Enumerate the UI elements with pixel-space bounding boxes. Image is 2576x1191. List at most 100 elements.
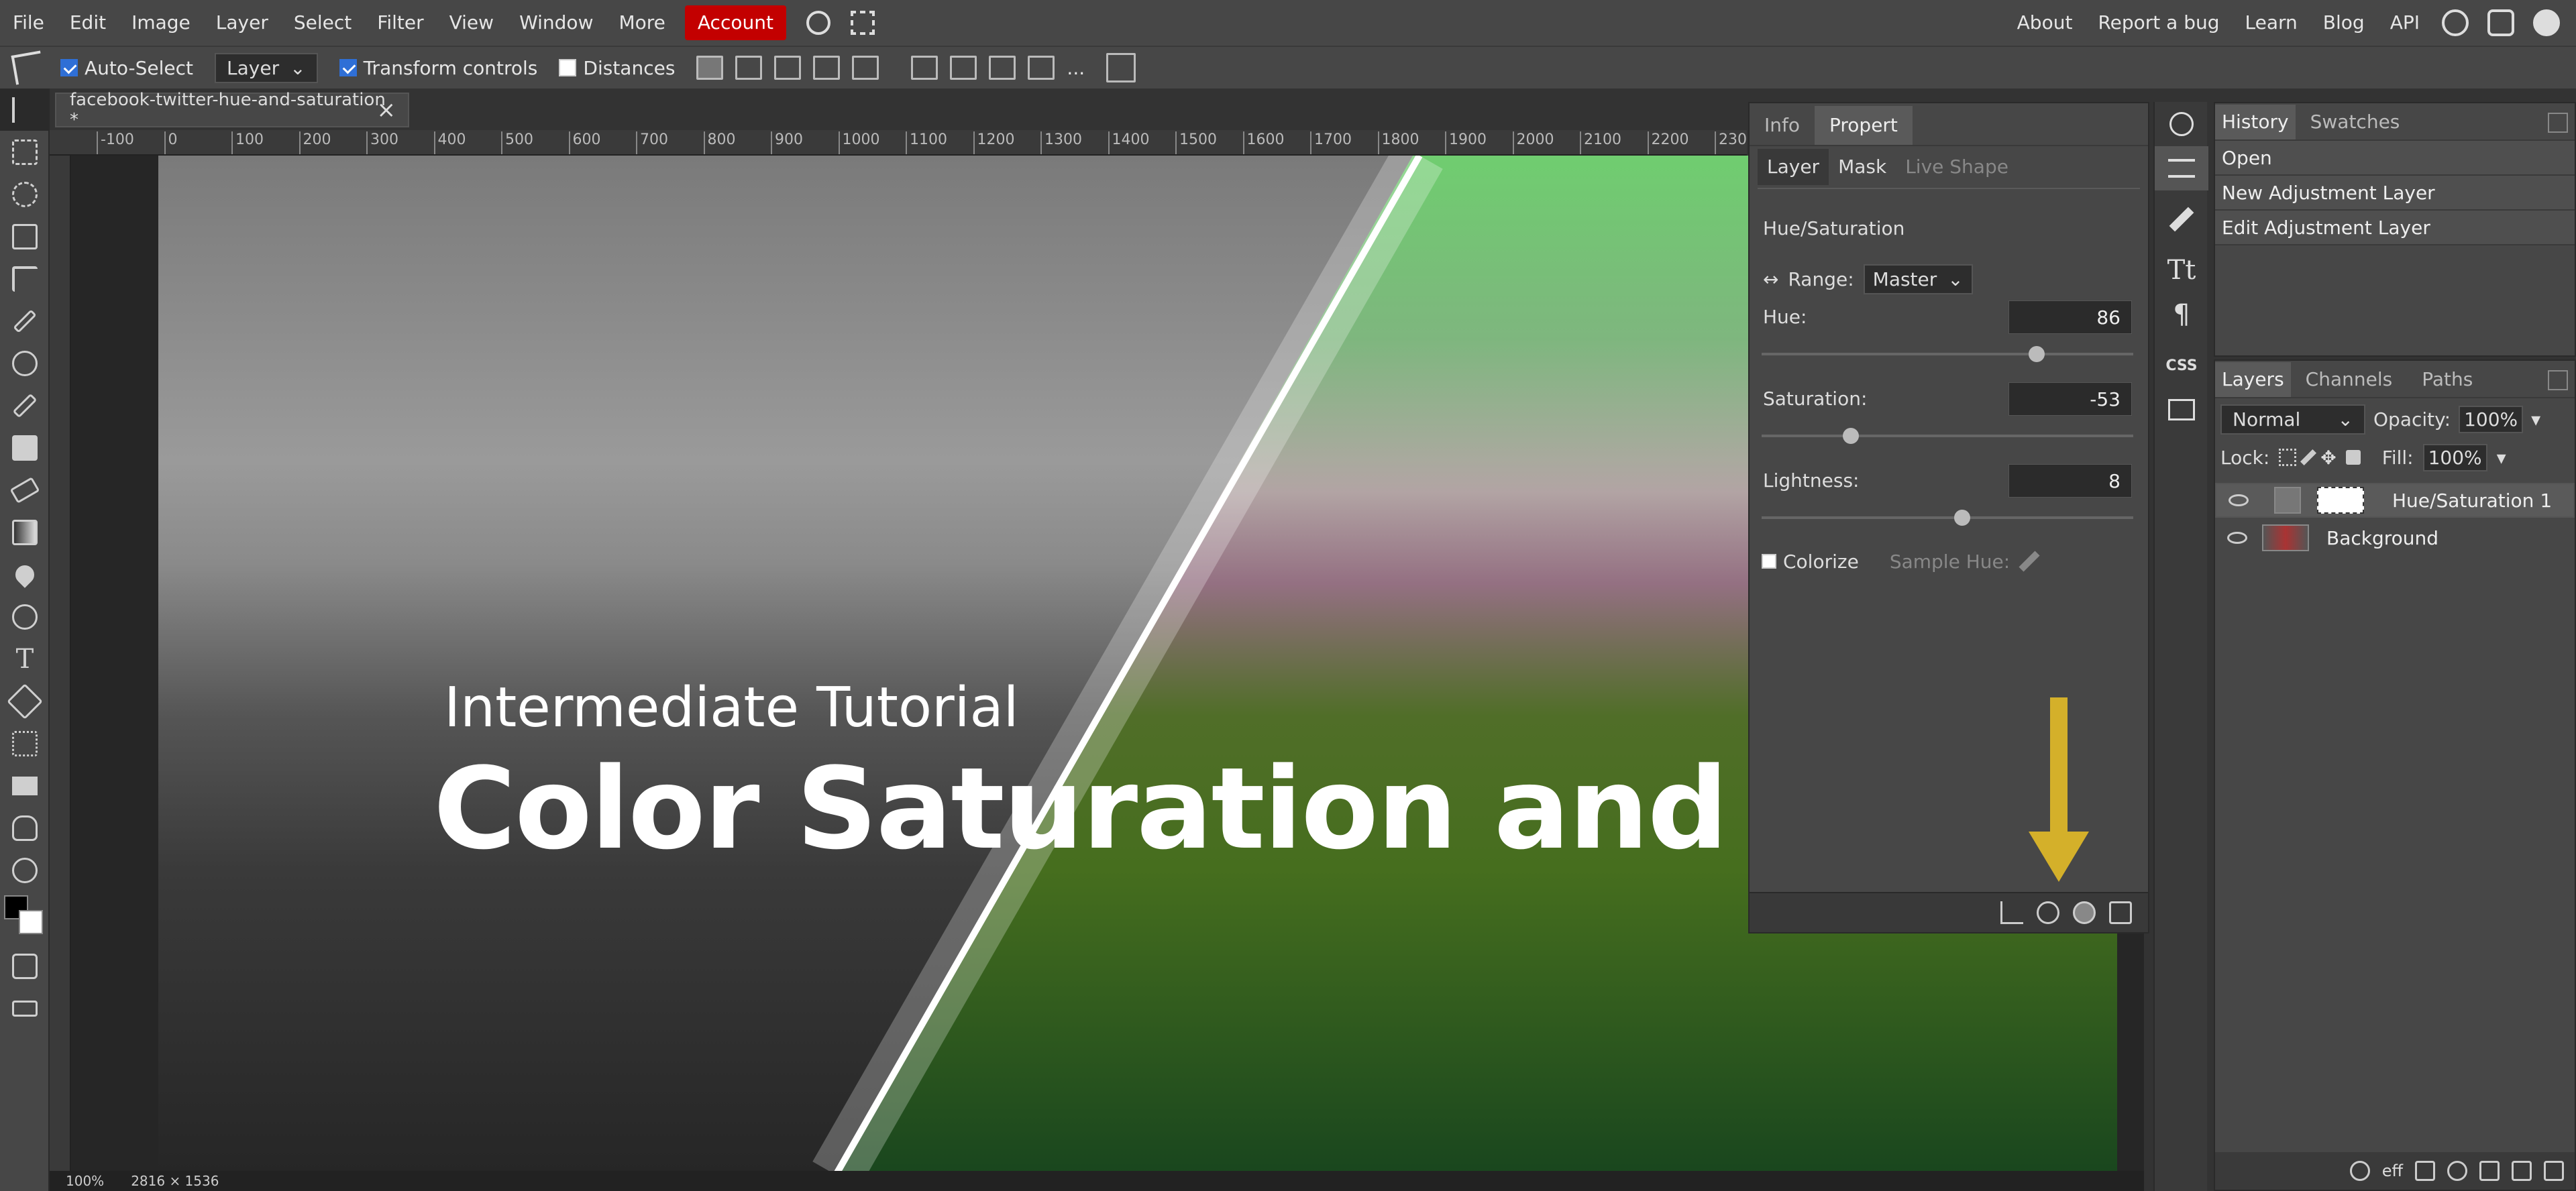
document-tab[interactable]: facebook-twitter-hue-and-saturation * ×	[55, 90, 409, 130]
fullscreen-icon[interactable]	[850, 11, 875, 35]
align-top-icon[interactable]	[911, 56, 938, 80]
visibility-eye-icon[interactable]	[2073, 901, 2096, 924]
menu-more[interactable]: More	[606, 0, 678, 46]
clone-stamp-tool[interactable]	[0, 427, 50, 469]
grid-icon[interactable]	[1106, 53, 1136, 82]
align-right-icon[interactable]	[813, 56, 841, 80]
tab-channels[interactable]: Channels	[2291, 362, 2408, 397]
menu-image[interactable]: Image	[119, 0, 203, 46]
menu-blog[interactable]: Blog	[2310, 0, 2377, 46]
pen-tool[interactable]	[0, 680, 50, 722]
eyedropper-tool[interactable]	[0, 300, 50, 342]
align-center-icon[interactable]	[774, 56, 802, 80]
history-item[interactable]: Edit Adjustment Layer	[2215, 211, 2575, 245]
trash-icon[interactable]	[2544, 1161, 2564, 1181]
twitter-icon[interactable]	[2487, 9, 2514, 36]
eraser-tool[interactable]	[0, 469, 50, 511]
distribute-horizontal-icon[interactable]	[1028, 56, 1055, 80]
quick-mask-tool[interactable]	[0, 945, 50, 987]
crop-tool[interactable]	[0, 258, 50, 300]
subtab-mask[interactable]: Mask	[1829, 149, 1896, 185]
menu-report-bug[interactable]: Report a bug	[2085, 0, 2232, 46]
tab-swatches[interactable]: Swatches	[2296, 105, 2415, 139]
saturation-input[interactable]: -53	[2008, 382, 2132, 416]
new-folder-icon[interactable]	[2479, 1161, 2500, 1181]
range-dropdown[interactable]: Master ⌄	[1863, 264, 1973, 294]
brush-panel-button[interactable]	[2155, 197, 2208, 241]
healing-tool[interactable]	[0, 342, 50, 384]
menu-about[interactable]: About	[2004, 0, 2086, 46]
close-icon[interactable]: ×	[377, 97, 396, 123]
align-middle-icon[interactable]	[950, 56, 977, 80]
align-bottom-icon[interactable]	[989, 56, 1016, 80]
color-swatches[interactable]	[0, 891, 50, 945]
account-button[interactable]: Account	[684, 5, 786, 40]
layer-dropdown[interactable]: Layer ⌄	[215, 52, 318, 83]
hue-slider[interactable]	[1762, 346, 2133, 362]
blur-tool[interactable]	[0, 553, 50, 596]
download-icon[interactable]	[696, 56, 724, 80]
adjustment-layer-icon[interactable]	[2447, 1161, 2467, 1181]
layers-menu-icon[interactable]	[2548, 370, 2568, 390]
menu-learn[interactable]: Learn	[2233, 0, 2310, 46]
lasso-tool[interactable]	[0, 173, 50, 215]
auto-select-check[interactable]	[60, 59, 78, 76]
quick-select-tool[interactable]	[0, 215, 50, 258]
transform-controls-check[interactable]	[339, 59, 357, 76]
zoom-level[interactable]: 100%	[66, 1173, 104, 1189]
character-panel-button[interactable]: Tt	[2155, 248, 2208, 292]
saturation-slider[interactable]	[1762, 428, 2133, 444]
layer-name[interactable]: Hue/Saturation 1	[2392, 490, 2552, 512]
layer-name[interactable]: Background	[2326, 527, 2438, 549]
marquee-tool[interactable]	[0, 131, 50, 173]
new-layer-icon[interactable]	[2512, 1161, 2532, 1181]
type-tool[interactable]: T	[0, 638, 50, 680]
info-panel-button[interactable]	[2155, 102, 2208, 146]
more-options[interactable]: ...	[1067, 57, 1085, 79]
layer-row-background[interactable]: Background	[2215, 520, 2575, 555]
menu-edit[interactable]: Edit	[57, 0, 119, 46]
gradient-tool[interactable]	[0, 511, 50, 553]
history-item[interactable]: New Adjustment Layer	[2215, 176, 2575, 211]
link-layers-icon[interactable]	[2349, 1161, 2370, 1181]
dodge-tool[interactable]	[0, 596, 50, 638]
tab-info[interactable]: Info	[1750, 106, 1815, 145]
transform-controls-checkbox[interactable]: Transform controls	[339, 57, 537, 79]
distances-check[interactable]	[559, 59, 577, 76]
reddit-icon[interactable]	[2442, 9, 2469, 36]
hand-tool[interactable]	[0, 807, 50, 849]
search-icon[interactable]	[806, 11, 830, 35]
paragraph-panel-button[interactable]: ¶	[2155, 292, 2208, 337]
move-tool[interactable]	[0, 89, 50, 131]
history-item[interactable]: Open	[2215, 141, 2575, 176]
saturation-slider-knob[interactable]	[1842, 428, 1859, 444]
lightness-slider[interactable]	[1762, 510, 2133, 526]
subtab-live-shape[interactable]: Live Shape	[1896, 149, 2018, 185]
path-select-tool[interactable]	[0, 722, 50, 764]
clip-to-layer-icon[interactable]	[2000, 901, 2023, 924]
visibility-eye-icon[interactable]	[2227, 532, 2247, 544]
hue-slider-knob[interactable]	[2028, 346, 2045, 362]
menu-view[interactable]: View	[437, 0, 506, 46]
lock-position-icon[interactable]: ✥	[2320, 447, 2336, 469]
distances-checkbox[interactable]: Distances	[559, 57, 675, 79]
tab-layers[interactable]: Layers	[2215, 362, 2291, 397]
background-color-swatch[interactable]	[19, 910, 43, 934]
lock-transparency-icon[interactable]	[2279, 449, 2297, 466]
tab-history[interactable]: History	[2215, 105, 2296, 139]
image-panel-button[interactable]	[2155, 388, 2208, 432]
align-left-icon[interactable]	[735, 56, 763, 80]
layer-mask-thumbnail[interactable]	[2317, 487, 2364, 514]
move-tool-icon[interactable]	[11, 50, 46, 85]
css-panel-button[interactable]: CSS	[2155, 343, 2208, 388]
auto-select-checkbox[interactable]: Auto-Select	[60, 57, 193, 79]
facebook-icon[interactable]	[2533, 9, 2560, 36]
shape-tool[interactable]	[0, 764, 50, 807]
colorize-checkbox[interactable]	[1762, 554, 1776, 569]
tab-properties[interactable]: Propert	[1815, 106, 1913, 145]
menu-api[interactable]: API	[2377, 0, 2432, 46]
chevron-down-icon[interactable]: ▾	[2497, 447, 2506, 469]
blend-mode-dropdown[interactable]: Normal ⌄	[2220, 404, 2365, 435]
fill-input[interactable]: 100%	[2422, 443, 2487, 471]
distribute-vertical-icon[interactable]	[852, 56, 879, 80]
